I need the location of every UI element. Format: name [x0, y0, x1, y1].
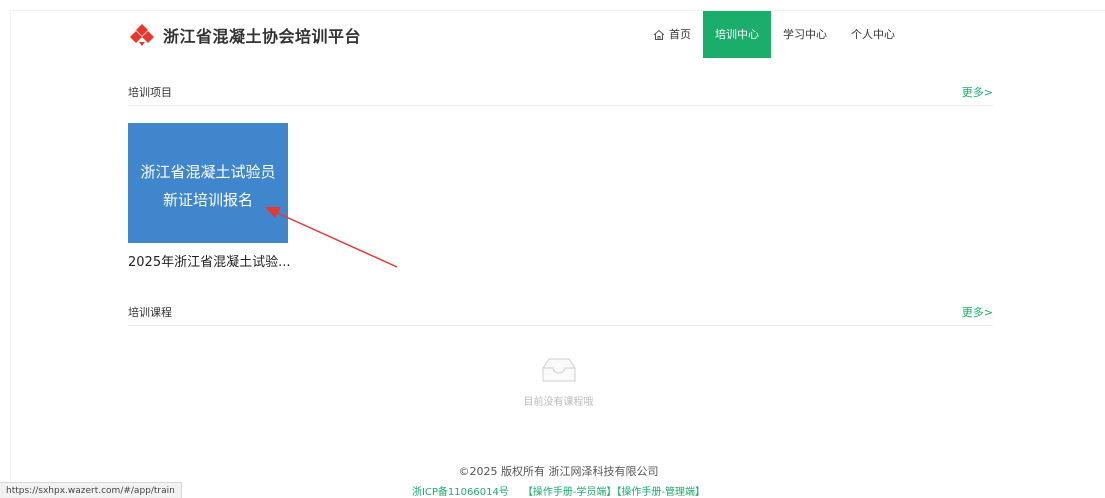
site-title[interactable]: 浙江省混凝土协会培训平台: [163, 23, 361, 47]
manual-admin-link[interactable]: 【操作手册-管理端】: [616, 487, 705, 498]
courses-section-header: 培训课程 更多>: [128, 304, 993, 326]
nav-training-center[interactable]: 培训中心: [703, 11, 771, 58]
manual-student-link[interactable]: 【操作手册-学员端】: [523, 487, 617, 498]
header: 浙江省混凝土协会培训平台 首页 培训中心 学习中心 个人中心: [11, 11, 1105, 58]
courses-title: 培训课程: [128, 306, 172, 319]
empty-courses-text: 目前没有课程哦: [523, 397, 594, 408]
card-title-line1: 浙江省混凝土试验员: [140, 163, 276, 181]
icp-link[interactable]: 浙ICP备11066014号: [412, 487, 509, 498]
nav-learning-center[interactable]: 学习中心: [771, 11, 839, 58]
annotation-arrow-icon: [265, 207, 398, 268]
nav-home[interactable]: 首页: [641, 11, 703, 58]
logo-icon: [130, 24, 154, 46]
courses-more-link[interactable]: 更多>: [962, 304, 993, 320]
footer-copyright: ©2025 版权所有 浙江网泽科技有限公司: [458, 465, 659, 478]
projects-more-link[interactable]: 更多>: [962, 84, 993, 100]
home-icon: [653, 29, 665, 40]
status-url-bar: https://sxhpx.wazert.com/#/app/train: [0, 482, 182, 498]
nav-home-label: 首页: [669, 28, 691, 41]
projects-section-header: 培训项目 更多>: [128, 84, 993, 106]
nav-personal-center[interactable]: 个人中心: [839, 11, 907, 58]
page: 浙江省混凝土协会培训平台 首页 培训中心 学习中心 个人中心 培训项目 更多> …: [10, 10, 1105, 498]
empty-box-icon: [542, 358, 576, 382]
projects-title: 培训项目: [128, 86, 172, 99]
main-nav: 首页 培训中心 学习中心 个人中心: [641, 11, 907, 58]
